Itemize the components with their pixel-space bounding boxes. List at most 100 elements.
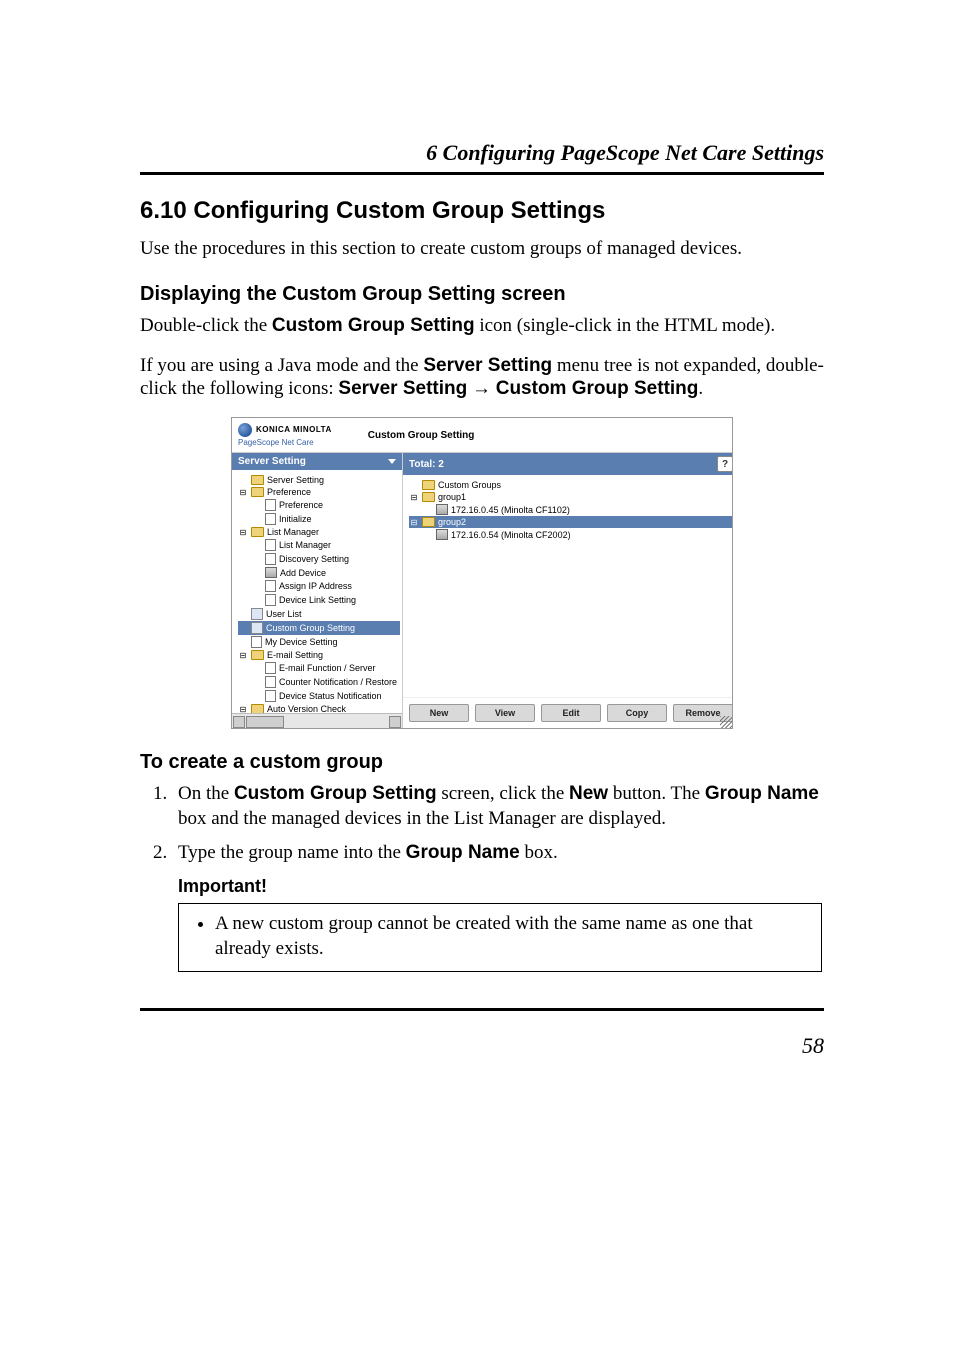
text: button. The	[608, 783, 705, 804]
tree-item[interactable]: ⊟group2	[409, 516, 732, 528]
section-intro: Use the procedures in this section to cr…	[140, 237, 824, 261]
page-icon	[265, 690, 276, 702]
bold-server-setting-2: Server Setting	[338, 378, 467, 399]
tree-item-label: Custom Groups	[438, 480, 501, 490]
tree-item[interactable]: Discovery Setting	[238, 552, 400, 566]
button-row: New View Edit Copy Remove	[403, 697, 732, 728]
tree-item[interactable]: ⊟E-mail Setting	[238, 649, 400, 661]
tree-item-label: group1	[438, 492, 466, 502]
tree-item[interactable]: 172.16.0.45 (Minolta CF1102)	[409, 503, 732, 516]
tree-expander-icon[interactable]: ⊟	[238, 651, 248, 660]
page-icon	[251, 636, 262, 648]
bold-custom-group-setting: Custom Group Setting	[272, 315, 475, 336]
tree-expander-icon[interactable]: ⊟	[238, 705, 248, 714]
bold-group-name-2: Group Name	[406, 842, 520, 863]
left-panel: Server Setting Server Setting⊟Preference…	[232, 453, 403, 728]
text: box and the managed devices in the List …	[178, 808, 666, 829]
subsection-create-heading: To create a custom group	[140, 751, 824, 774]
device-icon	[265, 567, 277, 578]
tree-item[interactable]: 172.16.0.54 (Minolta CF2002)	[409, 528, 732, 541]
tree-item-label: Auto Version Check	[267, 704, 346, 713]
tree-item-label: Add Device	[280, 568, 326, 578]
tree-item-label: Initialize	[279, 514, 312, 524]
page-icon	[265, 676, 276, 688]
tree-item[interactable]: List Manager	[238, 538, 400, 552]
tree-item[interactable]: Device Status Notification	[238, 689, 400, 703]
new-button[interactable]: New	[409, 704, 469, 722]
horizontal-scrollbar[interactable]	[232, 713, 402, 728]
text: Type the group name into the	[178, 842, 406, 863]
text: If you are using a Java mode and the	[140, 355, 423, 376]
tree-item[interactable]: ⊟ Auto Version Check	[238, 703, 400, 713]
sub-brand-text: PageScope Net Care	[238, 439, 332, 447]
tree-item[interactable]: ⊟ group1	[409, 491, 732, 503]
tree-item[interactable]: Custom Group Setting	[238, 621, 400, 635]
chapter-header: 6 Configuring PageScope Net Care Setting…	[140, 140, 824, 172]
important-box: A new custom group cannot be created wit…	[178, 903, 822, 972]
right-panel: Total: 2 ? Custom Groups ⊟ group1 172.16.0.…	[403, 453, 732, 728]
text: icon (single-click in the HTML mode).	[475, 315, 776, 336]
app-titlebar: KONICA MINOLTA PageScope Net Care Custom…	[232, 418, 732, 453]
view-button[interactable]: View	[475, 704, 535, 722]
tree-expander-icon[interactable]: ⊟	[238, 528, 248, 537]
tree-item[interactable]: Counter Notification / Restore	[238, 675, 400, 689]
left-panel-header-label: Server Setting	[238, 456, 306, 467]
tree-item[interactable]: Add Device	[238, 566, 400, 579]
bold-server-setting-1: Server Setting	[423, 355, 552, 376]
tree-item-label: Custom Group Setting	[266, 623, 355, 633]
section-title: 6.10 Configuring Custom Group Settings	[140, 197, 824, 225]
tree-item-label: E-mail Function / Server	[279, 663, 376, 673]
tree-item[interactable]: Preference	[238, 498, 400, 512]
folder-icon	[422, 480, 435, 490]
tree-item[interactable]: Device Link Setting	[238, 593, 400, 607]
subsection-display-heading: Displaying the Custom Group Setting scre…	[140, 283, 824, 306]
left-nav-tree[interactable]: Server Setting⊟Preference Preference Initi…	[232, 470, 402, 713]
page-icon	[265, 539, 276, 551]
bold-cgs: Custom Group Setting	[234, 783, 437, 804]
resize-grip-icon[interactable]	[720, 716, 732, 728]
tree-item[interactable]: Assign IP Address	[238, 579, 400, 593]
edit-button[interactable]: Edit	[541, 704, 601, 722]
tree-expander-icon[interactable]: ⊟	[409, 493, 419, 502]
scrollbar-thumb[interactable]	[246, 716, 284, 728]
tree-expander-icon[interactable]: ⊟	[238, 488, 248, 497]
total-label: Total: 2	[409, 459, 444, 470]
header-rule	[140, 172, 824, 175]
folder-icon	[422, 517, 435, 527]
page-icon	[265, 662, 276, 674]
page-icon	[265, 580, 276, 592]
step-2: Type the group name into the Group Name …	[172, 841, 824, 866]
tree-item[interactable]: My Device Setting	[238, 635, 400, 649]
tree-item[interactable]: User List	[238, 607, 400, 621]
bold-custom-group-setting-2: Custom Group Setting	[496, 378, 699, 399]
tree-item[interactable]: ⊟List Manager	[238, 526, 400, 538]
tree-item-label: Device Link Setting	[279, 595, 356, 605]
tree-item-label: Device Status Notification	[279, 691, 382, 701]
app-window: KONICA MINOLTA PageScope Net Care Custom…	[231, 417, 733, 729]
group-icon	[251, 622, 263, 634]
right-content-tree[interactable]: Custom Groups ⊟ group1 172.16.0.45 (Minolta…	[403, 475, 732, 697]
folder-icon	[251, 475, 264, 485]
tree-expander-icon[interactable]: ⊟	[409, 518, 419, 527]
tree-item-label: Preference	[279, 500, 323, 510]
copy-button[interactable]: Copy	[607, 704, 667, 722]
page-icon	[265, 594, 276, 606]
chevron-down-icon	[388, 459, 396, 464]
tree-item[interactable]: E-mail Function / Server	[238, 661, 400, 675]
page-icon	[265, 513, 276, 525]
tree-item-label: List Manager	[279, 540, 331, 550]
help-button[interactable]: ?	[717, 456, 732, 472]
tree-item[interactable]: Initialize	[238, 512, 400, 526]
brand-globe-icon	[238, 423, 252, 437]
text: box.	[520, 842, 558, 863]
left-panel-header[interactable]: Server Setting	[232, 453, 402, 470]
tree-item[interactable]: Server Setting	[238, 474, 400, 486]
panel-title: Custom Group Setting	[368, 430, 732, 441]
text: .	[698, 378, 703, 399]
tree-item[interactable]: ⊟Preference	[238, 486, 400, 498]
tree-item-label: 172.16.0.54 (Minolta CF2002)	[451, 530, 571, 540]
display-para-1: Double-click the Custom Group Setting ic…	[140, 314, 824, 338]
tree-item[interactable]: Custom Groups	[409, 479, 732, 491]
page-icon	[265, 499, 276, 511]
tree-item-label: 172.16.0.45 (Minolta CF1102)	[451, 505, 570, 515]
